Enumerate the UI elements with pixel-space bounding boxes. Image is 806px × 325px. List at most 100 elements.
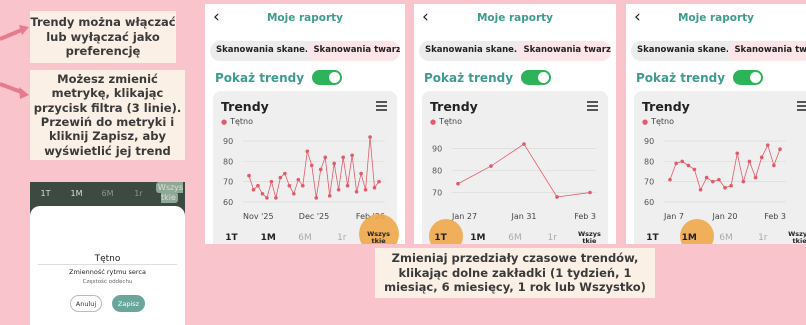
data-point: [278, 175, 283, 180]
data-point: [300, 183, 305, 188]
tab-1y[interactable]: 1r: [323, 233, 360, 243]
save-button[interactable]: Zapisz: [112, 295, 145, 312]
data-point: [680, 159, 685, 164]
show-trends-toggle[interactable]: [521, 70, 552, 85]
tab-face-scans[interactable]: Skanowania twarzy: [728, 41, 806, 61]
arrow-1: [0, 25, 29, 41]
data-point: [265, 196, 269, 200]
data-point: [251, 187, 256, 192]
tab-all[interactable]: Wszys tkie: [571, 230, 608, 244]
metric-option-hrv[interactable]: Zmienność rytmu serca: [30, 268, 185, 276]
x-tick-label: Jan 27: [451, 212, 477, 221]
tab-1w[interactable]: 1T: [213, 233, 250, 243]
data-point: [363, 187, 368, 192]
metric-selected[interactable]: Tętno: [30, 254, 185, 264]
data-point: [372, 185, 377, 190]
tab-all[interactable]: Wszys tkie: [360, 230, 397, 244]
tab-1m[interactable]: 1M: [250, 233, 287, 243]
data-point: [368, 135, 372, 139]
y-tick-label: 80: [644, 157, 654, 166]
data-point: [336, 187, 341, 192]
data-point: [747, 159, 752, 164]
show-trends-row: Pokaż trendy: [636, 70, 764, 85]
bp-tab-6m[interactable]: 6M: [92, 189, 123, 198]
metric-picker-screen: 1T 1M 6M 1r Wszys tkie Tętno Zmienność r…: [30, 182, 185, 325]
page-title: Moje raporty: [266, 12, 344, 24]
tab-6m[interactable]: 6M: [496, 233, 533, 243]
data-point: [772, 163, 776, 168]
page-title: Moje raporty: [677, 12, 755, 24]
show-trends-toggle[interactable]: [733, 70, 764, 85]
cancel-button[interactable]: Anuluj: [70, 295, 102, 312]
metric-sheet: Tętno Zmienność rytmu serca Częstość odd…: [30, 206, 185, 325]
bp-tab-1w[interactable]: 1T: [30, 189, 61, 198]
scan-type-segment: Skanowania skane...Skanowania twarzy: [210, 41, 400, 61]
x-tick-label: Dec '25: [299, 212, 329, 221]
tab-face-scans[interactable]: Skanowania twarzy: [517, 41, 611, 61]
scan-type-segment: Skanowania skane...Skanowania twarzy: [419, 41, 611, 61]
tab-1y[interactable]: 1r: [744, 233, 781, 243]
callout-toggle: Trendy można włączać lub wyłączać jako p…: [30, 11, 176, 63]
data-point: [723, 185, 727, 190]
scan-type-segment: Skanowania skane...Skanowania twarzy: [631, 41, 806, 61]
callout-range: Zmieniaj przedziały czasowe trendów, kli…: [375, 248, 655, 298]
data-point: [305, 149, 310, 154]
tab-6m[interactable]: 6M: [287, 233, 324, 243]
page-title: Moje raporty: [476, 12, 554, 24]
show-trends-toggle[interactable]: [312, 70, 343, 85]
data-point: [269, 179, 274, 184]
y-tick-label: 70: [432, 189, 442, 198]
y-tick-label: 90: [644, 137, 654, 146]
tab-1y[interactable]: 1r: [534, 233, 571, 243]
trend-chart: 60708090Nov '25Dec '25Feb '26: [223, 135, 385, 221]
data-point: [256, 183, 260, 188]
data-point: [759, 155, 764, 160]
trends-card: TrendyTętno708090Jan 27Jan 31Feb 31T1M6M…: [422, 91, 608, 244]
data-point: [735, 151, 740, 156]
trends-card: TrendyTętno60708090Jan 7Jan 20Feb 31T1M6…: [634, 91, 806, 244]
tab-1w[interactable]: 1T: [422, 233, 459, 243]
data-point: [668, 177, 672, 182]
data-point: [274, 196, 278, 200]
data-point: [327, 194, 332, 198]
data-point: [778, 147, 782, 152]
data-point: [332, 161, 336, 166]
header: ‹ Moje raporty: [626, 4, 806, 34]
bp-tab-1y[interactable]: 1r: [123, 189, 154, 198]
tab-scan-other[interactable]: Skanowania skane...: [419, 41, 517, 61]
tab-1m[interactable]: 1M: [671, 233, 708, 243]
data-point: [359, 171, 363, 176]
phone-screen-1: ‹ Moje raporty Skanowania skane... Skanowan…: [205, 4, 405, 244]
series-line-tetno: [669, 144, 781, 191]
x-tick-label: Jan 20: [711, 212, 737, 221]
tab-1m[interactable]: 1M: [459, 233, 496, 243]
x-tick-label: Jan 7: [663, 212, 684, 221]
data-point: [314, 196, 319, 200]
bp-tab-all[interactable]: Wszys tkie: [155, 182, 184, 203]
metric-option-rr[interactable]: Częstość oddechu: [30, 279, 185, 285]
y-tick-label: 70: [223, 178, 233, 187]
data-point: [704, 175, 709, 180]
data-point: [765, 143, 770, 147]
bp-tab-1m[interactable]: 1M: [61, 189, 92, 198]
data-point: [260, 192, 265, 196]
data-point: [377, 179, 381, 184]
tab-face-scans[interactable]: Skanowania twarzy: [307, 41, 400, 61]
tab-scan-other[interactable]: Skanowania skane...: [210, 41, 307, 61]
x-tick-label: Feb 3: [764, 212, 786, 221]
tab-scan-other[interactable]: Skanowania skane...: [631, 41, 728, 61]
y-tick-label: 70: [644, 178, 654, 187]
y-tick-label: 80: [432, 167, 442, 176]
data-point: [323, 155, 328, 160]
data-point: [729, 183, 733, 188]
trends-card: TrendyTętno60708090Nov '25Dec '25Feb '26…: [213, 91, 399, 244]
show-trends-label: Pokaż trendy: [215, 70, 305, 85]
tab-all[interactable]: Wszys tkie: [781, 230, 806, 244]
tab-6m[interactable]: 6M: [708, 233, 745, 243]
data-point: [588, 190, 592, 195]
data-point: [674, 161, 678, 166]
data-point: [710, 179, 715, 184]
show-trends-label: Pokaż trendy: [424, 70, 514, 85]
y-tick-label: 90: [432, 144, 442, 153]
tab-1w[interactable]: 1T: [634, 233, 671, 243]
